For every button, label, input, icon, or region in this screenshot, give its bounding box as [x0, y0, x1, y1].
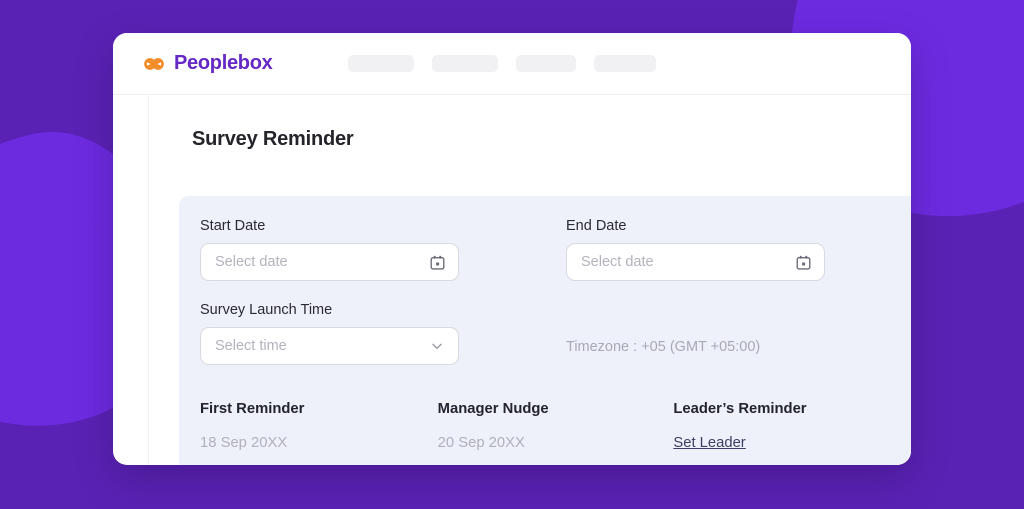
nav-placeholder-4[interactable]	[594, 55, 657, 72]
start-date-placeholder: Select date	[215, 254, 288, 270]
reminder-title: Leader’s Reminder	[673, 401, 807, 417]
calendar-icon[interactable]	[794, 253, 812, 271]
timezone-note: Timezone : +05 (GMT +05:00)	[566, 339, 761, 355]
app-topbar: Peoplebox	[113, 33, 911, 95]
end-date-placeholder: Select date	[581, 254, 654, 270]
content-panel: Survey Reminder Start Date Select date E…	[148, 95, 911, 465]
reminder-column-leader: Leader’s Reminder Set Leader	[673, 401, 911, 452]
launch-time-field-group: Survey Launch Time Select time	[200, 302, 459, 365]
calendar-icon[interactable]	[428, 253, 446, 271]
launch-time-placeholder: Select time	[215, 338, 287, 354]
reminder-column-manager-nudge: Manager Nudge 20 Sep 20XX	[438, 401, 674, 452]
nav-placeholder-2[interactable]	[432, 55, 499, 72]
reminder-title: First Reminder	[200, 401, 305, 417]
nav-placeholder-1[interactable]	[348, 55, 415, 72]
launch-time-select[interactable]: Select time	[200, 327, 459, 365]
set-leader-link[interactable]: Set Leader	[673, 435, 745, 451]
reminders-row: First Reminder 18 Sep 20XX Manager Nudge…	[200, 401, 911, 452]
end-date-input[interactable]: Select date	[566, 243, 825, 281]
brand-logo[interactable]: Peoplebox	[143, 52, 273, 75]
reminder-value: 18 Sep 20XX	[200, 435, 288, 451]
chevron-down-icon[interactable]	[428, 337, 446, 355]
start-date-field-group: Start Date Select date	[200, 218, 459, 281]
app-window-card: Peoplebox Survey Reminder Start Date Sel…	[113, 33, 911, 465]
launch-time-label: Survey Launch Time	[200, 302, 333, 318]
start-date-label: Start Date	[200, 218, 266, 234]
brand-name: Peoplebox	[174, 52, 273, 74]
start-date-input[interactable]: Select date	[200, 243, 459, 281]
peoplebox-pretzel-logo-icon	[144, 57, 164, 70]
reminder-title: Manager Nudge	[437, 401, 549, 417]
reminder-value: 20 Sep 20XX	[437, 435, 525, 451]
date-fields-row: Start Date Select date End Date Select d…	[200, 218, 911, 281]
survey-reminder-form: Start Date Select date End Date Select d…	[179, 196, 911, 465]
launch-time-row: Survey Launch Time Select time Timezone …	[200, 302, 911, 365]
nav-placeholder-3[interactable]	[516, 55, 577, 72]
nav-placeholder-group	[348, 55, 657, 72]
end-date-label: End Date	[566, 218, 627, 234]
reminder-column-first: First Reminder 18 Sep 20XX	[200, 401, 438, 452]
end-date-field-group: End Date Select date	[566, 218, 825, 281]
page-title: Survey Reminder	[192, 128, 354, 150]
